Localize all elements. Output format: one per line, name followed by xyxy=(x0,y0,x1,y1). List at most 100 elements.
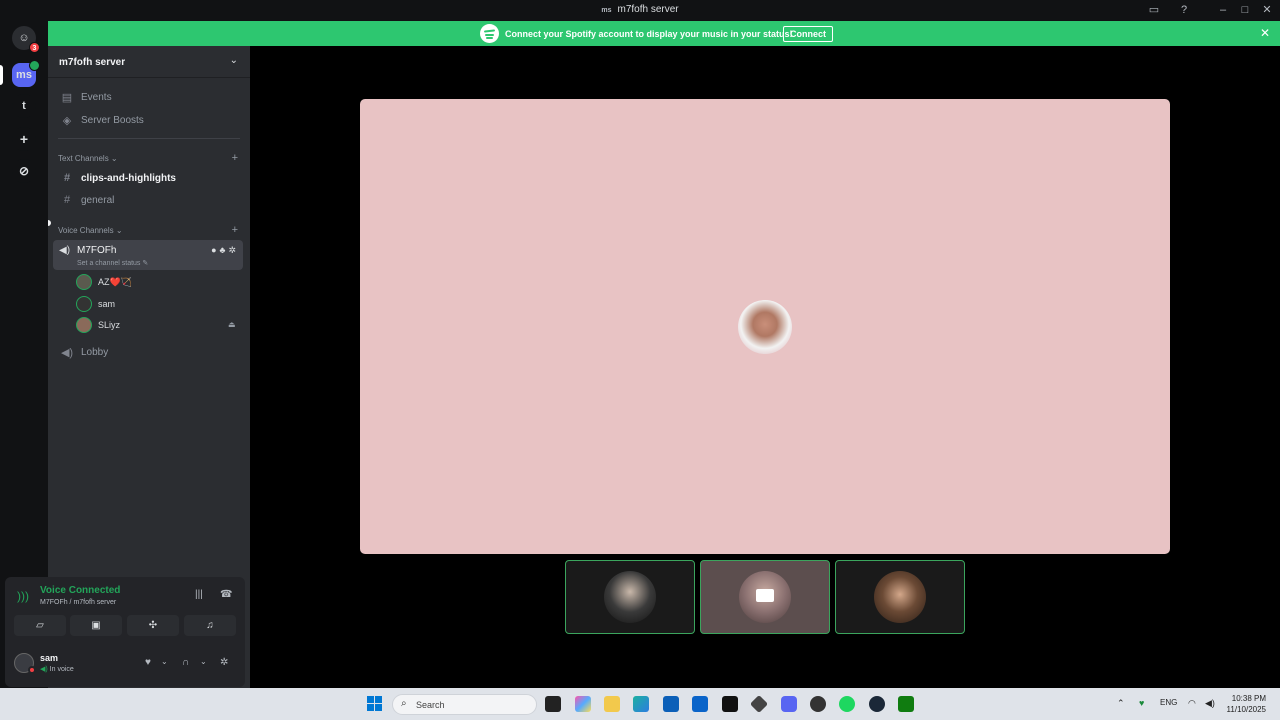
activities-icon: ✣ xyxy=(148,620,158,631)
participant-tile[interactable] xyxy=(835,560,965,634)
taskbar-search[interactable]: ⌕ Search xyxy=(392,694,537,715)
chat-icon[interactable]: ● xyxy=(211,245,219,255)
text-channels-category[interactable]: Text Channels ⌄ xyxy=(58,154,118,163)
language-indicator[interactable]: ENG xyxy=(1160,698,1177,707)
headphones-icon[interactable]: ∩ xyxy=(182,657,189,668)
events-label: Events xyxy=(81,91,112,103)
store-icon[interactable] xyxy=(663,696,679,712)
status-dot xyxy=(28,666,36,674)
user-status: ◀) In voice xyxy=(40,666,74,673)
hash-icon: # xyxy=(63,172,71,184)
voice-channels-category[interactable]: Voice Channels ⌄ xyxy=(58,226,123,235)
avatar xyxy=(604,571,656,623)
voice-user-name: AZ❤️🏹 xyxy=(98,276,132,287)
voice-user[interactable]: SLiyz xyxy=(76,316,120,334)
inbox-icon[interactable]: ▭ xyxy=(1146,3,1162,18)
avatar xyxy=(76,274,92,290)
settings-gear-icon[interactable]: ✲ xyxy=(228,245,239,255)
chevron-down-icon[interactable]: ⌄ xyxy=(161,657,168,666)
app-icon[interactable] xyxy=(810,696,826,712)
voice-location[interactable]: M7FOFh / m7fofh server xyxy=(40,599,116,606)
camera-off-button[interactable]: ▱ xyxy=(14,615,66,636)
steam-icon[interactable] xyxy=(869,696,885,712)
microphone-icon[interactable]: ♥ xyxy=(1139,698,1144,708)
help-icon[interactable]: ? xyxy=(1176,3,1192,18)
edge-icon[interactable] xyxy=(633,696,649,712)
windows-start-icon[interactable] xyxy=(367,696,383,712)
lobby-label: Lobby xyxy=(81,346,109,358)
voice-channel-lobby[interactable]: ◀) Lobby xyxy=(53,342,243,362)
spotify-taskbar-icon[interactable] xyxy=(839,696,855,712)
calendar-icon: ▤ xyxy=(61,91,73,104)
playstation-icon: ⏏ xyxy=(228,320,236,329)
soundboard-button[interactable]: ♫ xyxy=(184,615,236,636)
channel-clips-and-highlights[interactable]: # clips-and-highlights xyxy=(53,168,243,188)
add-server-icon[interactable]: + xyxy=(12,127,36,151)
server-ms-label: ms xyxy=(16,69,32,81)
discord-taskbar-icon[interactable] xyxy=(781,696,797,712)
server-header[interactable]: m7fofh server ⌄ xyxy=(48,46,250,78)
voice-channel-m7fofh[interactable]: ◀) M7FOFh Set a channel status ✎ ●♣✲ xyxy=(53,240,243,270)
voice-panel: ))) Voice Connected M7FOFh / m7fofh serv… xyxy=(5,577,245,687)
noise-suppression-icon[interactable]: ||| xyxy=(195,589,203,600)
task-view-icon[interactable] xyxy=(545,696,561,712)
wifi-icon[interactable]: ◠ xyxy=(1188,698,1196,709)
spotify-icon xyxy=(480,24,499,43)
microphone-icon[interactable]: ♥ xyxy=(145,657,151,668)
server-t-label: t xyxy=(22,100,26,112)
app-icon[interactable] xyxy=(749,694,769,714)
volume-icon[interactable]: ◀) xyxy=(1205,698,1215,709)
home-badge: 3 xyxy=(29,42,40,53)
home-discord-icon[interactable]: ☺ 3 xyxy=(12,26,40,53)
search-icon: ⌕ xyxy=(401,698,407,709)
search-placeholder: Search xyxy=(416,700,445,710)
selected-indicator xyxy=(0,65,3,85)
participant-tile-selected[interactable] xyxy=(700,560,830,634)
disconnect-icon[interactable]: ☎ xyxy=(220,589,232,600)
signal-icon[interactable]: ))) xyxy=(17,589,29,603)
screen-share-button[interactable]: ▣ xyxy=(70,615,122,636)
copilot-icon[interactable] xyxy=(575,696,591,712)
file-explorer-icon[interactable] xyxy=(604,696,620,712)
ctrl-app-icon[interactable] xyxy=(722,696,738,712)
time-text: 10:38 PM xyxy=(1231,694,1266,703)
server-t-icon[interactable]: t xyxy=(12,94,36,118)
spotify-banner: Connect your Spotify account to display … xyxy=(48,21,1280,46)
server-name: m7fofh server xyxy=(59,57,126,68)
user-settings-gear-icon[interactable]: ✲ xyxy=(220,657,228,668)
outlook-icon[interactable] xyxy=(692,696,708,712)
chevron-up-icon[interactable]: ⌃ xyxy=(1117,698,1125,709)
maximize-button[interactable]: □ xyxy=(1237,3,1253,18)
voice-user[interactable]: AZ❤️🏹 xyxy=(76,273,132,291)
xbox-icon[interactable] xyxy=(898,696,914,712)
chevron-down-icon[interactable]: ⌄ xyxy=(200,657,207,666)
unread-indicator xyxy=(48,220,51,226)
create-text-channel-icon[interactable]: + xyxy=(232,152,238,164)
title-bar: ms m7fofh server ▭ ? – □ ✕ xyxy=(0,0,1280,21)
voice-connected-label: Voice Connected xyxy=(40,585,121,596)
speaker-icon: ◀) xyxy=(60,346,74,359)
focused-video-tile[interactable] xyxy=(360,99,1170,554)
channel-general[interactable]: # general xyxy=(53,190,243,210)
avatar xyxy=(76,296,92,312)
close-window-button[interactable]: ✕ xyxy=(1259,3,1275,18)
discover-icon[interactable]: ⊘ xyxy=(12,159,36,183)
avatar xyxy=(874,571,926,623)
channel-status[interactable]: Set a channel status ✎ xyxy=(77,259,148,267)
participant-tile[interactable] xyxy=(565,560,695,634)
voice-user-name: SLiyz xyxy=(98,320,121,330)
activities-button[interactable]: ✣ xyxy=(127,615,179,636)
minimize-button[interactable]: – xyxy=(1215,3,1231,18)
add-server-label: + xyxy=(19,131,29,147)
server-ms-icon[interactable]: ms xyxy=(12,60,40,87)
close-banner-icon[interactable]: ✕ xyxy=(1260,26,1270,40)
channel-label: general xyxy=(81,194,115,206)
server-boosts-item[interactable]: ◈ Server Boosts xyxy=(53,110,243,130)
channel-status-text: Set a channel status xyxy=(77,260,141,267)
create-voice-channel-icon[interactable]: + xyxy=(232,224,238,236)
clock[interactable]: 10:38 PM 11/10/2025 xyxy=(1227,693,1266,715)
events-item[interactable]: ▤ Events xyxy=(53,87,243,107)
connect-spotify-button[interactable]: Connect xyxy=(783,26,833,42)
discord-window: ms m7fofh server ▭ ? – □ ✕ ☺ 3 ms t + ⊘ Co… xyxy=(0,0,1280,720)
voice-user[interactable]: sam xyxy=(76,295,115,313)
